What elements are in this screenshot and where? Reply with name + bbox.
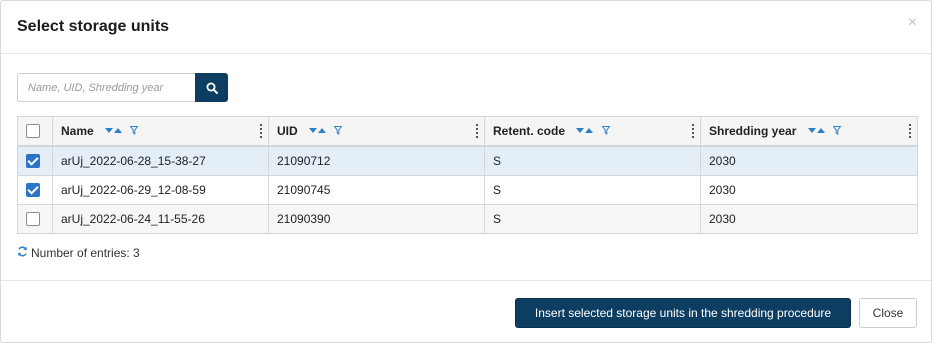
cell-retention-code: S	[484, 175, 701, 205]
column-resize-handle[interactable]	[476, 124, 480, 138]
sort-icon[interactable]	[105, 124, 125, 138]
cell-uid: 21090712	[268, 145, 485, 176]
cell-name: arUj_2022-06-28_15-38-27	[52, 145, 269, 176]
cell-shredding-year: 2030	[700, 145, 918, 176]
column-resize-handle[interactable]	[260, 124, 264, 138]
row-select-cell	[17, 145, 53, 176]
cell-uid: 21090745	[268, 175, 485, 205]
insert-selected-button[interactable]: Insert selected storage units in the shr…	[515, 298, 851, 328]
dialog-title: Select storage units	[17, 18, 170, 35]
table-row[interactable]: arUj_2022-06-29_12-08-59 21090745 S 2030	[17, 175, 918, 205]
select-storage-units-dialog: Select storage units × Name, UID, Shredd…	[0, 0, 932, 343]
entries-count: Number of entries: 3	[17, 246, 140, 260]
cell-shredding-year: 2030	[700, 175, 918, 205]
column-label: UID	[277, 123, 298, 138]
cell-retention-code: S	[484, 204, 701, 234]
column-header-uid[interactable]: UID	[268, 116, 485, 147]
table-row[interactable]: arUj_2022-06-24_11-55-26 21090390 S 2030	[17, 204, 918, 234]
column-label: Shredding year	[709, 123, 797, 138]
filter-icon[interactable]	[129, 124, 139, 138]
filter-icon[interactable]	[333, 124, 343, 138]
search-icon	[206, 82, 218, 94]
column-header-shredding-year[interactable]: Shredding year	[700, 116, 918, 147]
column-resize-handle[interactable]	[909, 124, 913, 138]
sort-icon[interactable]	[576, 124, 596, 138]
column-resize-handle[interactable]	[692, 124, 696, 138]
row-select-cell	[17, 175, 53, 205]
table-row[interactable]: arUj_2022-06-28_15-38-27 21090712 S 2030	[17, 145, 918, 176]
entries-count-label: Number of entries: 3	[31, 246, 140, 260]
select-all-header	[17, 116, 53, 147]
cell-shredding-year: 2030	[700, 204, 918, 234]
close-icon[interactable]: ×	[908, 14, 917, 32]
row-checkbox[interactable]	[26, 183, 40, 198]
row-checkbox[interactable]	[26, 154, 40, 169]
search-input[interactable]	[17, 73, 198, 102]
cell-name: arUj_2022-06-24_11-55-26	[52, 204, 269, 234]
cell-name: arUj_2022-06-29_12-08-59	[52, 175, 269, 205]
filter-icon[interactable]	[601, 124, 611, 138]
sort-icon[interactable]	[309, 124, 329, 138]
column-label: Name	[61, 123, 94, 138]
column-header-name[interactable]: Name	[52, 116, 269, 147]
row-checkbox[interactable]	[26, 212, 40, 227]
cell-retention-code: S	[484, 145, 701, 176]
column-label: Retent. code	[493, 123, 566, 138]
row-select-cell	[17, 204, 53, 234]
sort-icon[interactable]	[807, 124, 828, 138]
dialog-header: Select storage units ×	[1, 1, 931, 54]
select-all-checkbox[interactable]	[26, 124, 40, 139]
close-button[interactable]: Close	[859, 298, 917, 328]
cell-uid: 21090390	[268, 204, 485, 234]
dialog-footer: Insert selected storage units in the shr…	[1, 280, 931, 343]
table-header-row: Name UID Retent. code Shredding year	[17, 116, 918, 147]
column-header-retention-code[interactable]: Retent. code	[484, 116, 701, 147]
search-button[interactable]	[195, 73, 228, 102]
storage-units-table: Name UID Retent. code Shredding year arU…	[17, 116, 918, 234]
filter-icon[interactable]	[832, 124, 842, 138]
refresh-icon[interactable]	[17, 246, 28, 260]
